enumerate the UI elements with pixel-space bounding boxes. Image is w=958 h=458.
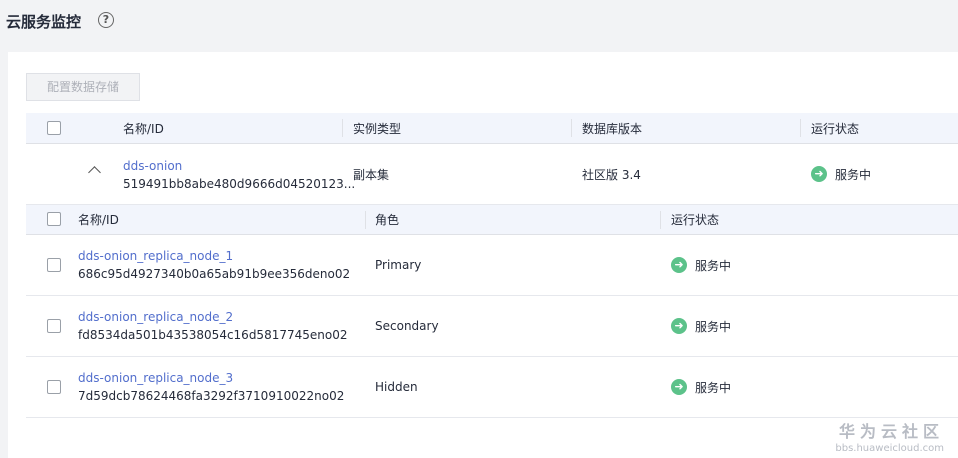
chevron-up-icon[interactable]	[88, 166, 101, 179]
row-checkbox[interactable]	[47, 380, 61, 394]
watermark-title: 华为云社区	[838, 422, 944, 441]
table-row[interactable]: dds-onion 519491bb8abe480d9666d04520123.…	[26, 144, 958, 205]
sub-table-header: 名称/ID 角色 运行状态	[26, 205, 958, 235]
running-status-icon: ➜	[671, 318, 687, 334]
running-status-icon: ➜	[811, 166, 827, 182]
node-role: Hidden	[375, 380, 418, 394]
status-text: 服务中	[695, 258, 732, 273]
row-checkbox[interactable]	[47, 258, 61, 272]
content-panel: 配置数据存储 名称/ID 实例类型 数据库版本 运行状态 dds-onion 5…	[8, 52, 958, 458]
node-name-link[interactable]: dds-onion_replica_node_3	[78, 369, 344, 387]
instance-type: 副本集	[353, 167, 390, 182]
column-header-node-status: 运行状态	[671, 213, 720, 227]
column-divider	[660, 211, 661, 229]
table-row[interactable]: dds-onion_replica_node_3 7d59dcb78624468…	[26, 357, 958, 418]
watermark: 华为云社区 bbs.huaweicloud.com	[835, 418, 944, 454]
running-status-icon: ➜	[671, 379, 687, 395]
help-icon[interactable]: ?	[98, 12, 114, 28]
column-header-status: 运行状态	[811, 121, 860, 136]
row-checkbox[interactable]	[47, 319, 61, 333]
column-divider	[342, 119, 343, 137]
column-divider	[800, 119, 801, 137]
running-status-icon: ➜	[671, 257, 687, 273]
node-id: fd8534da501b43538054c16d5817745eno02	[78, 328, 348, 342]
column-divider	[571, 119, 572, 137]
node-id: 7d59dcb78624468fa3292f3710910022no02	[78, 389, 345, 403]
status-text: 服务中	[695, 319, 732, 334]
status-text: 服务中	[695, 380, 732, 395]
config-data-storage-button[interactable]: 配置数据存储	[26, 73, 140, 101]
instance-name-link[interactable]: dds-onion	[123, 157, 355, 175]
column-header-name-id: 名称/ID	[123, 121, 164, 136]
db-version: 社区版 3.4	[582, 167, 641, 182]
column-header-instance-type: 实例类型	[353, 121, 402, 136]
status-text: 服务中	[835, 167, 872, 182]
column-divider	[365, 211, 366, 229]
node-role: Primary	[375, 258, 422, 272]
main-table-header: 名称/ID 实例类型 数据库版本 运行状态	[26, 113, 958, 144]
node-name-link[interactable]: dds-onion_replica_node_2	[78, 308, 347, 326]
table-row[interactable]: dds-onion_replica_node_1 686c95d4927340b…	[26, 235, 958, 296]
node-name-link[interactable]: dds-onion_replica_node_1	[78, 247, 350, 265]
page-title: 云服务监控	[6, 13, 82, 31]
column-header-db-version: 数据库版本	[582, 121, 643, 136]
select-all-checkbox[interactable]	[47, 121, 61, 135]
node-id: 686c95d4927340b0a65ab91b9ee356deno02	[78, 267, 351, 281]
column-header-node-name-id: 名称/ID	[78, 213, 119, 227]
watermark-url: bbs.huaweicloud.com	[835, 443, 944, 454]
select-all-nodes-checkbox[interactable]	[47, 212, 61, 226]
instance-id: 519491bb8abe480d9666d04520123...	[123, 177, 356, 191]
node-role: Secondary	[375, 319, 439, 333]
column-header-role: 角色	[375, 213, 400, 227]
table-row[interactable]: dds-onion_replica_node_2 fd8534da501b435…	[26, 296, 958, 357]
